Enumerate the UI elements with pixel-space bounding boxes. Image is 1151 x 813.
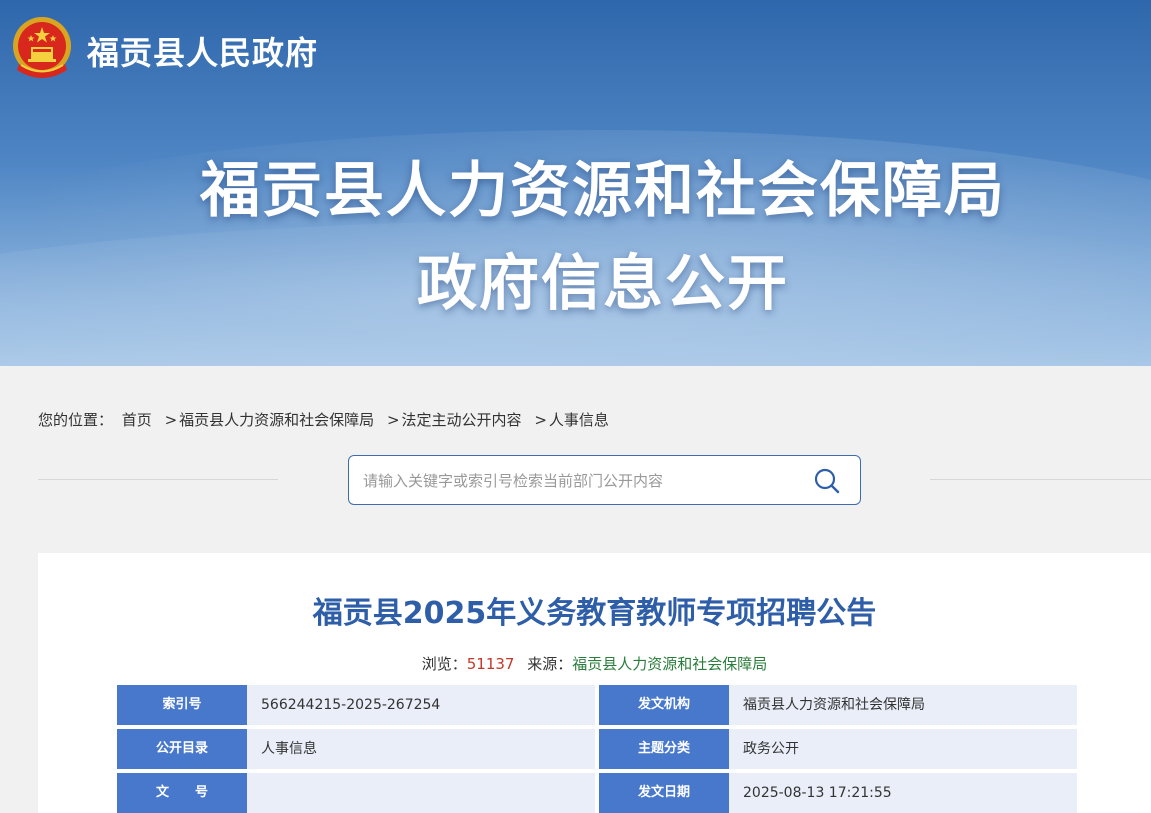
views-label: 浏览：: [421, 655, 467, 673]
search-input[interactable]: [363, 468, 803, 494]
info-label-date: 发文日期: [599, 773, 734, 813]
site-title[interactable]: 福贡县人民政府: [87, 28, 318, 74]
source-value: 福贡县人力资源和社会保障局: [572, 655, 768, 673]
info-value-topic: 政务公开: [729, 729, 1077, 769]
divider: [38, 479, 278, 480]
info-label-issuer: 发文机构: [599, 685, 734, 725]
divider: [930, 479, 1151, 480]
breadcrumb-separator: >: [164, 411, 178, 429]
header-banner: 福贡县人民政府 福贡县人力资源和社会保障局 政府信息公开: [0, 0, 1151, 366]
info-value-date: 2025-08-13 17:21:55: [729, 773, 1077, 813]
breadcrumb-separator: >: [534, 411, 547, 429]
info-label-catalog: 公开目录: [117, 729, 252, 769]
national-emblem-icon[interactable]: [11, 14, 73, 84]
breadcrumb-category[interactable]: 法定主动公开内容: [402, 411, 522, 429]
section-title: 政府信息公开: [417, 249, 789, 319]
info-label-doc-number: 文 号: [117, 773, 252, 813]
article-meta: 浏览：51137 来源：福贡县人力资源和社会保障局: [38, 653, 1151, 674]
info-value-doc-number: [247, 773, 595, 813]
breadcrumb-current[interactable]: 人事信息: [549, 411, 609, 429]
info-value-issuer: 福贡县人力资源和社会保障局: [729, 685, 1077, 725]
info-row: 公开目录 人事信息 主题分类 政务公开: [0, 729, 1151, 769]
views-count: 51137: [466, 655, 515, 673]
info-label-index: 索引号: [117, 685, 252, 725]
breadcrumb-home[interactable]: 首页: [122, 411, 152, 429]
breadcrumb: 您的位置： 首页 > 福贡县人力资源和社会保障局 > 法定主动公开内容 > 人事信息: [38, 409, 613, 430]
search-box: [348, 455, 861, 505]
department-title: 福贡县人力资源和社会保障局: [200, 156, 1006, 226]
search-icon[interactable]: [812, 466, 842, 496]
breadcrumb-separator: >: [386, 411, 400, 429]
info-value-catalog: 人事信息: [247, 729, 595, 769]
article-title: 福贡县2025年义务教育教师专项招聘公告: [312, 596, 877, 631]
info-row: 文 号 发文日期 2025-08-13 17:21:55: [0, 773, 1151, 813]
source-label: 来源：: [527, 655, 573, 673]
info-value-index: 566244215-2025-267254: [247, 685, 595, 725]
breadcrumb-department[interactable]: 福贡县人力资源和社会保障局: [179, 411, 374, 429]
info-label-topic: 主题分类: [599, 729, 734, 769]
info-row: 索引号 566244215-2025-267254 发文机构 福贡县人力资源和社…: [0, 685, 1151, 725]
breadcrumb-prefix: 您的位置：: [38, 411, 114, 429]
